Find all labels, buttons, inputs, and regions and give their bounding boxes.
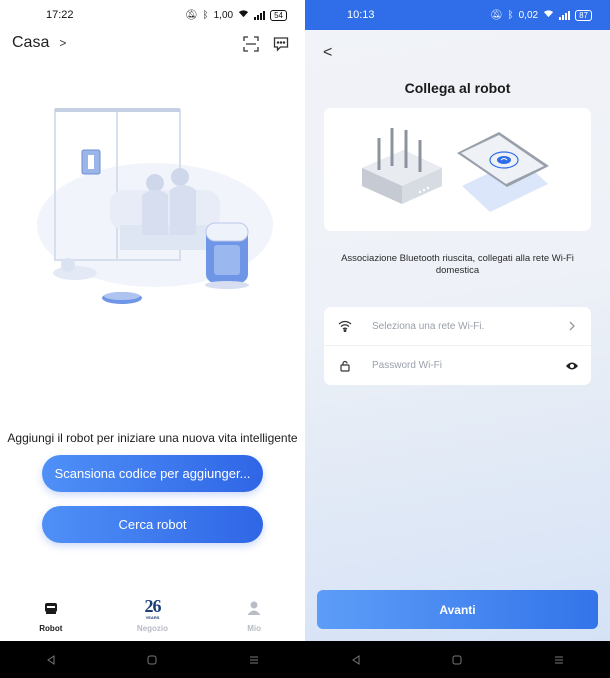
home-selector[interactable]: Casa > [12, 34, 66, 52]
anniversary-26-icon: 26 YEARS [144, 595, 161, 620]
signal-icon [254, 10, 266, 20]
network-speed: 1,00 [213, 9, 234, 21]
bottom-tab-bar: Robot 26 YEARS Negozio Mio [0, 593, 305, 641]
page-title: Collega al robot [404, 80, 511, 96]
battery-icon: 87 [575, 9, 592, 21]
bluetooth-icon: ᛒ [507, 9, 514, 21]
nav-back-icon[interactable] [349, 653, 363, 667]
router-phone-illustration-card [324, 108, 591, 231]
tab-shop[interactable]: 26 YEARS Negozio [112, 595, 192, 634]
scan-icon[interactable] [243, 36, 259, 52]
password-placeholder: Password Wi-Fi [372, 360, 443, 371]
wifi-icon [338, 319, 352, 333]
nav-back-icon[interactable] [44, 653, 58, 667]
nav-menu-icon[interactable] [247, 653, 261, 667]
network-speed: 0,02 [518, 9, 539, 21]
wifi-password-field[interactable]: Password Wi-Fi [324, 346, 591, 385]
connect-robot-screen: 10:13 🔕︎ ᛒ 0,02 87 < Collega al robot As… [305, 0, 610, 641]
battery-icon: 54 [270, 9, 287, 21]
robot-icon [41, 597, 61, 619]
bluetooth-success-message: Associazione Bluetooth riuscita, collega… [341, 253, 574, 276]
empty-state-prompt: Aggiungi il robot per iniziare una nuova… [7, 431, 298, 445]
scan-code-button[interactable]: Scansiona codice per aggiunger... [42, 455, 263, 492]
home-screen: 17:22 🔕︎ ᛒ 1,00 54 Casa > Aggiungi il ro… [0, 0, 305, 641]
tab-profile[interactable]: Mio [214, 597, 294, 633]
back-chevron-icon[interactable]: < [323, 44, 332, 62]
tab-robot[interactable]: Robot [11, 597, 91, 633]
chevron-right-icon: > [59, 36, 67, 50]
wifi-network-selector[interactable]: Seleziona una rete Wi-Fi. [324, 307, 591, 346]
mute-icon: 🔕︎ [489, 9, 503, 21]
nav-home-icon[interactable] [450, 653, 464, 667]
empty-state-illustration [30, 105, 275, 320]
status-time: 10:13 [347, 9, 375, 21]
wifi-status-icon [543, 9, 554, 21]
router-phone-illustration [362, 128, 549, 212]
next-button[interactable]: Avanti [317, 590, 598, 629]
status-bar: 17:22 🔕︎ ᛒ 1,00 54 [0, 0, 305, 30]
signal-icon [559, 10, 571, 20]
wifi-network-placeholder: Seleziona una rete Wi-Fi. [372, 320, 485, 332]
tab-profile-label: Mio [247, 624, 262, 633]
system-nav-bar [305, 641, 610, 678]
status-icons: 🔕︎ ᛒ 1,00 54 [185, 9, 287, 21]
chevron-right-icon [565, 319, 579, 333]
show-password-eye-icon[interactable] [565, 359, 579, 373]
bluetooth-icon: ᛒ [202, 9, 209, 21]
home-title: Casa [12, 34, 50, 51]
status-icons: 🔕︎ ᛒ 0,02 87 [490, 9, 592, 21]
status-time: 17:22 [46, 9, 74, 21]
status-bar: 10:13 🔕︎ ᛒ 0,02 87 [305, 0, 610, 30]
person-icon [244, 597, 264, 619]
message-icon[interactable] [273, 36, 289, 52]
mute-icon: 🔕︎ [184, 9, 198, 21]
tab-robot-label: Robot [39, 624, 63, 633]
nav-home-icon[interactable] [145, 653, 159, 667]
search-robot-button[interactable]: Cerca robot [42, 506, 263, 543]
wifi-form-card: Seleziona una rete Wi-Fi. Password Wi-Fi [324, 307, 591, 385]
lock-icon [338, 359, 352, 373]
tab-shop-label: Negozio [136, 624, 169, 633]
wifi-status-icon [238, 9, 249, 21]
nav-menu-icon[interactable] [552, 653, 566, 667]
system-nav-bar [0, 641, 305, 678]
